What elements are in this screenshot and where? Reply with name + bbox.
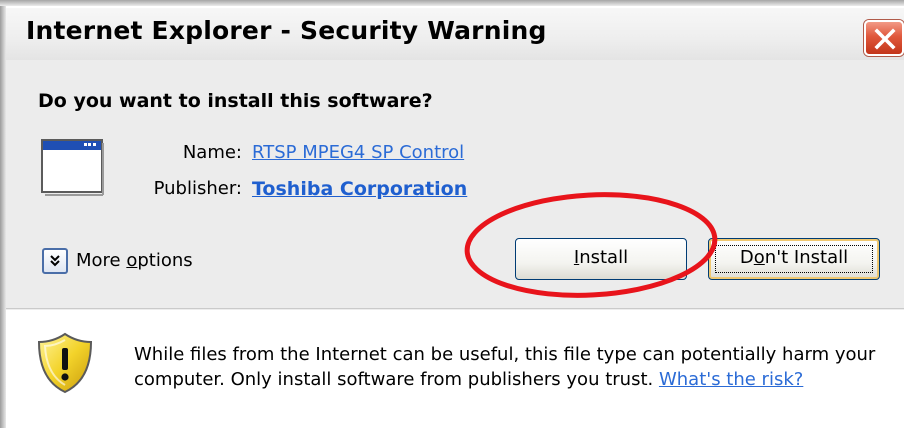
more-options-label[interactable]: More options — [76, 250, 193, 271]
more-options-text: More — [76, 250, 127, 271]
warning-message: While files from the Internet can be use… — [134, 342, 894, 392]
install-button-label: Install — [574, 247, 628, 268]
publisher-link[interactable]: Toshiba Corporation — [252, 178, 467, 200]
install-button[interactable]: Install — [515, 238, 687, 280]
dont-install-prefix: D — [739, 247, 754, 268]
dont-install-button-label: Don't Install — [740, 247, 848, 268]
security-warning-dialog: Internet Explorer - Security Warning Do … — [0, 0, 904, 428]
window-title: Internet Explorer - Security Warning — [26, 16, 547, 45]
application-window-icon — [41, 139, 104, 196]
dont-install-rest: n't Install — [764, 247, 849, 268]
install-label-rest: nstall — [579, 247, 629, 268]
warning-area: While files from the Internet can be use… — [6, 310, 904, 428]
dialog-content: Do you want to install this software? Na… — [6, 60, 904, 308]
more-options-text-rest: ptions — [137, 250, 193, 271]
chevron-double-down-icon — [50, 255, 60, 267]
title-bar[interactable]: Internet Explorer - Security Warning — [6, 8, 904, 60]
publisher-label: Publisher: — [153, 178, 242, 199]
more-options-toggle[interactable] — [42, 248, 68, 274]
name-label: Name: — [182, 142, 242, 163]
more-options-accelerator: o — [126, 250, 138, 271]
warning-shield-icon — [37, 332, 93, 394]
dont-install-accelerator: o — [753, 247, 765, 268]
software-name-link[interactable]: RTSP MPEG4 SP Control — [252, 142, 464, 163]
close-button[interactable] — [864, 20, 904, 56]
dont-install-button[interactable]: Don't Install — [708, 238, 880, 280]
whats-the-risk-link[interactable]: What's the risk? — [659, 369, 803, 390]
install-question: Do you want to install this software? — [38, 90, 433, 112]
close-x-icon — [874, 28, 896, 50]
